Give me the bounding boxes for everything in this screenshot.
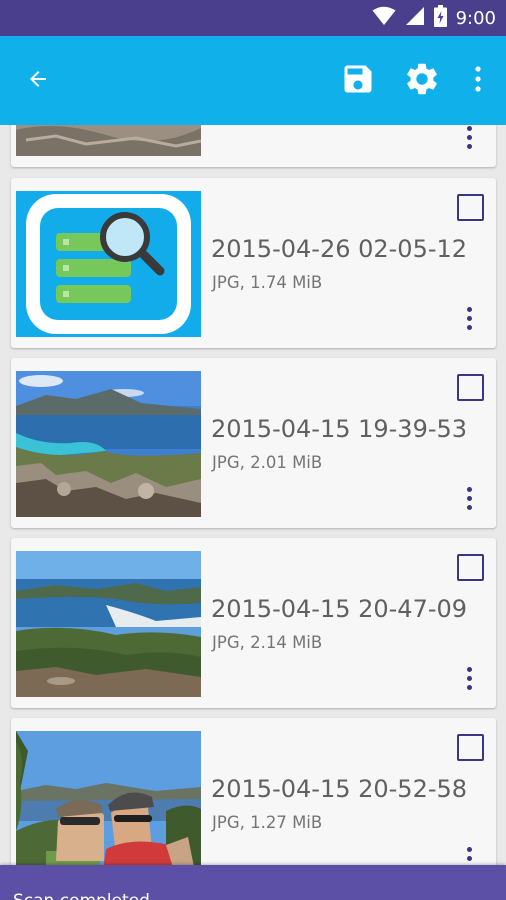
file-thumbnail <box>16 371 201 517</box>
status-bar: 9:00 <box>0 0 506 36</box>
file-details: JPG, 2.01 MiB <box>212 453 323 472</box>
file-thumbnail <box>16 551 201 697</box>
snackbar: Scan completed <box>0 865 506 900</box>
list-item[interactable]: 2015-04-15 19-39-53 JPG, 2.01 MiB <box>11 358 496 528</box>
file-name: 2015-04-26 02-05-12 <box>211 235 468 263</box>
select-checkbox[interactable] <box>457 554 484 581</box>
back-button[interactable] <box>14 36 62 125</box>
file-details: JPG, 2.14 MiB <box>212 633 323 652</box>
gear-icon <box>403 60 441 102</box>
list-item[interactable] <box>11 125 496 167</box>
more-options-button[interactable] <box>457 480 481 516</box>
file-list[interactable]: 2015-04-26 02-05-12 JPG, 1.74 MiB 2015-0 <box>0 125 506 865</box>
status-time: 9:00 <box>455 7 496 29</box>
file-thumbnail <box>16 191 201 337</box>
wifi-icon <box>372 6 396 30</box>
settings-button[interactable] <box>398 36 446 125</box>
snackbar-message: Scan completed <box>13 891 150 900</box>
file-name: 2015-04-15 19-39-53 <box>211 415 468 443</box>
more-options-button[interactable] <box>457 660 481 696</box>
overflow-menu-icon <box>474 65 482 96</box>
more-options-button[interactable] <box>457 300 481 336</box>
file-thumbnail <box>16 125 201 156</box>
list-item[interactable]: 2015-04-15 20-47-09 JPG, 2.14 MiB <box>11 538 496 708</box>
file-name: 2015-04-15 20-47-09 <box>211 595 468 623</box>
back-arrow-icon <box>26 67 50 95</box>
file-details: JPG, 1.27 MiB <box>212 813 323 832</box>
more-options-button[interactable] <box>457 840 481 865</box>
more-options-button[interactable] <box>457 125 481 155</box>
select-checkbox[interactable] <box>457 734 484 761</box>
save-icon <box>340 61 376 101</box>
status-icons: 9:00 <box>372 5 496 31</box>
file-details: JPG, 1.74 MiB <box>212 273 323 292</box>
list-item[interactable]: 2015-04-15 20-52-58 JPG, 1.27 MiB <box>11 718 496 865</box>
battery-icon <box>433 5 447 31</box>
overflow-menu-button[interactable] <box>458 36 498 125</box>
file-thumbnail <box>16 731 201 865</box>
list-item[interactable]: 2015-04-26 02-05-12 JPG, 1.74 MiB <box>11 178 496 348</box>
app-bar <box>0 36 506 125</box>
save-button[interactable] <box>334 36 382 125</box>
select-checkbox[interactable] <box>457 374 484 401</box>
file-name: 2015-04-15 20-52-58 <box>211 775 468 803</box>
signal-icon <box>405 6 425 30</box>
select-checkbox[interactable] <box>457 194 484 221</box>
